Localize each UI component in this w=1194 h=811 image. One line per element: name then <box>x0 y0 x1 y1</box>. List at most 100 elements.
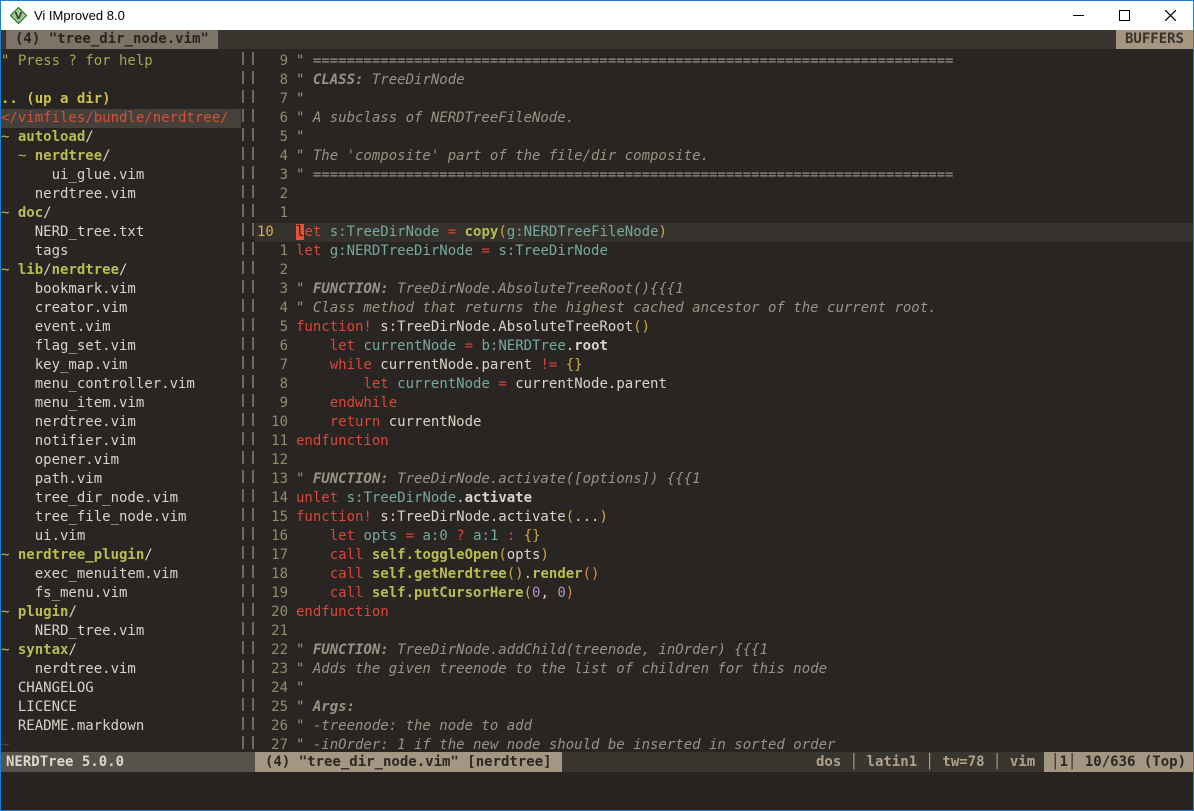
line-number: 4 <box>255 147 288 166</box>
line-number: 9 <box>255 52 288 71</box>
code-line[interactable]: 18 call self.getNerdtree().render() <box>255 565 1193 584</box>
code-line-current[interactable]: 10let s:TreeDirNode = copy(g:NERDTreeFil… <box>255 223 1193 242</box>
tree-file-item[interactable]: exec_menuitem.vim <box>1 565 241 584</box>
code-line[interactable]: 1let g:NERDTreeDirNode = s:TreeDirNode <box>255 242 1193 261</box>
tree-file-item[interactable]: nerdtree.vim <box>1 660 241 679</box>
code-line[interactable]: 15function! s:TreeDirNode.activate(...) <box>255 508 1193 527</box>
tree-dir-item[interactable]: ~ plugin/ <box>1 603 241 622</box>
code-line[interactable]: 2 <box>255 185 1193 204</box>
tree-file-item[interactable]: README.markdown <box>1 717 241 736</box>
code-line[interactable]: 27" -inOrder: 1 if the new node should b… <box>255 736 1193 752</box>
code-line[interactable]: 7 while currentNode.parent != {} <box>255 356 1193 375</box>
code-line[interactable]: 22" FUNCTION: TreeDirNode.addChild(treen… <box>255 641 1193 660</box>
tree-file-item[interactable]: flag_set.vim <box>1 337 241 356</box>
code-line[interactable]: 24" <box>255 679 1193 698</box>
tree-file-item[interactable]: nerdtree.vim <box>1 413 241 432</box>
vertical-split-separator[interactable] <box>241 49 255 752</box>
tab-tree-dir-node[interactable]: (4) "tree_dir_node.vim" <box>6 30 218 49</box>
code-line[interactable]: 26" -treenode: the node to add <box>255 717 1193 736</box>
code-line[interactable]: 1 <box>255 204 1193 223</box>
code-line[interactable]: 9 endwhile <box>255 394 1193 413</box>
vim-window: V Vi IMproved 8.0 (4) "tree_dir_node.vim… <box>0 0 1194 811</box>
code-line[interactable]: 17 call self.toggleOpen(opts) <box>255 546 1193 565</box>
code-line[interactable]: 12 <box>255 451 1193 470</box>
tree-file-item[interactable]: ui_glue.vim <box>1 166 241 185</box>
code-line[interactable]: 11endfunction <box>255 432 1193 451</box>
maximize-icon <box>1119 10 1130 21</box>
line-number: 21 <box>255 622 288 641</box>
line-number: 4 <box>255 299 288 318</box>
buffers-label: BUFFERS <box>1116 30 1193 49</box>
code-line[interactable]: 4" Class method that returns the highest… <box>255 299 1193 318</box>
line-number: 22 <box>255 641 288 660</box>
tree-help-item: " Press ? for help <box>1 52 241 71</box>
code-line[interactable]: 5" <box>255 128 1193 147</box>
tree-filler-item: ~ <box>1 736 241 752</box>
line-number: 11 <box>255 432 288 451</box>
tree-file-item[interactable]: nerdtree.vim <box>1 185 241 204</box>
tree-file-item[interactable]: tree_file_node.vim <box>1 508 241 527</box>
tree-dir-item[interactable]: ~ lib/nerdtree/ <box>1 261 241 280</box>
code-line[interactable]: 23" Adds the given treenode to the list … <box>255 660 1193 679</box>
minimize-icon <box>1073 10 1084 21</box>
tree-file-item[interactable]: bookmark.vim <box>1 280 241 299</box>
command-line[interactable] <box>1 772 1193 810</box>
tree-file-item[interactable]: notifier.vim <box>1 432 241 451</box>
tree-root-item[interactable]: </vimfiles/bundle/nerdtree/ <box>1 109 241 128</box>
code-line[interactable]: 10 return currentNode <box>255 413 1193 432</box>
maximize-button[interactable] <box>1101 1 1147 30</box>
line-number: 25 <box>255 698 288 717</box>
code-line[interactable]: 21 <box>255 622 1193 641</box>
code-line[interactable]: 7" <box>255 90 1193 109</box>
minimize-button[interactable] <box>1055 1 1101 30</box>
line-number: 20 <box>255 603 288 622</box>
code-line[interactable]: 19 call self.putCursorHere(0, 0) <box>255 584 1193 603</box>
tree-file-item[interactable]: creator.vim <box>1 299 241 318</box>
code-line[interactable]: 8" CLASS: TreeDirNode <box>255 71 1193 90</box>
tree-file-item[interactable]: event.vim <box>1 318 241 337</box>
tree-file-item[interactable]: NERD_tree.vim <box>1 622 241 641</box>
close-icon <box>1165 10 1176 21</box>
tree-dir-item[interactable]: ~ nerdtree/ <box>1 147 241 166</box>
code-line[interactable]: 8 let currentNode = currentNode.parent <box>255 375 1193 394</box>
code-line[interactable]: 25" Args: <box>255 698 1193 717</box>
tree-file-item[interactable]: opener.vim <box>1 451 241 470</box>
code-line[interactable]: 20endfunction <box>255 603 1193 622</box>
code-line[interactable]: 6" A subclass of NERDTreeFileNode. <box>255 109 1193 128</box>
tree-dir-item[interactable]: ~ doc/ <box>1 204 241 223</box>
code-line[interactable]: 3" =====================================… <box>255 166 1193 185</box>
tree-file-item[interactable]: fs_menu.vim <box>1 584 241 603</box>
tree-file-item[interactable]: LICENCE <box>1 698 241 717</box>
code-line[interactable]: 14unlet s:TreeDirNode.activate <box>255 489 1193 508</box>
tree-file-item[interactable]: tree_dir_node.vim <box>1 489 241 508</box>
code-line[interactable]: 5function! s:TreeDirNode.AbsoluteTreeRoo… <box>255 318 1193 337</box>
line-number: 10 <box>255 413 288 432</box>
tree-file-item[interactable]: menu_controller.vim <box>1 375 241 394</box>
code-line[interactable]: 9" =====================================… <box>255 52 1193 71</box>
line-number: 2 <box>255 261 288 280</box>
tree-dir-item[interactable]: ~ syntax/ <box>1 641 241 660</box>
tree-dir-item[interactable]: ~ autoload/ <box>1 128 241 147</box>
tree-file-item[interactable]: CHANGELOG <box>1 679 241 698</box>
close-button[interactable] <box>1147 1 1193 30</box>
tree-dir-item[interactable]: ~ nerdtree_plugin/ <box>1 546 241 565</box>
tree-file-item[interactable]: NERD_tree.txt <box>1 223 241 242</box>
line-number: 26 <box>255 717 288 736</box>
line-number: 1 <box>255 242 288 261</box>
tree-file-item[interactable]: tags <box>1 242 241 261</box>
tree-updir-item[interactable]: .. (up a dir) <box>1 90 241 109</box>
tree-file-item[interactable]: key_map.vim <box>1 356 241 375</box>
code-line[interactable]: 3" FUNCTION: TreeDirNode.AbsoluteTreeRoo… <box>255 280 1193 299</box>
tree-file-item[interactable]: path.vim <box>1 470 241 489</box>
titlebar: V Vi IMproved 8.0 <box>1 1 1193 30</box>
line-number: 23 <box>255 660 288 679</box>
code-line[interactable]: 4" The 'composite' part of the file/dir … <box>255 147 1193 166</box>
line-number: 6 <box>255 109 288 128</box>
code-line[interactable]: 2 <box>255 261 1193 280</box>
tree-file-item[interactable]: ui.vim <box>1 527 241 546</box>
code-line[interactable]: 13" FUNCTION: TreeDirNode.activate([opti… <box>255 470 1193 489</box>
code-line[interactable]: 6 let currentNode = b:NERDTree.root <box>255 337 1193 356</box>
code-editor: 9" =====================================… <box>255 49 1193 752</box>
tree-file-item[interactable]: menu_item.vim <box>1 394 241 413</box>
code-line[interactable]: 16 let opts = a:0 ? a:1 : {} <box>255 527 1193 546</box>
